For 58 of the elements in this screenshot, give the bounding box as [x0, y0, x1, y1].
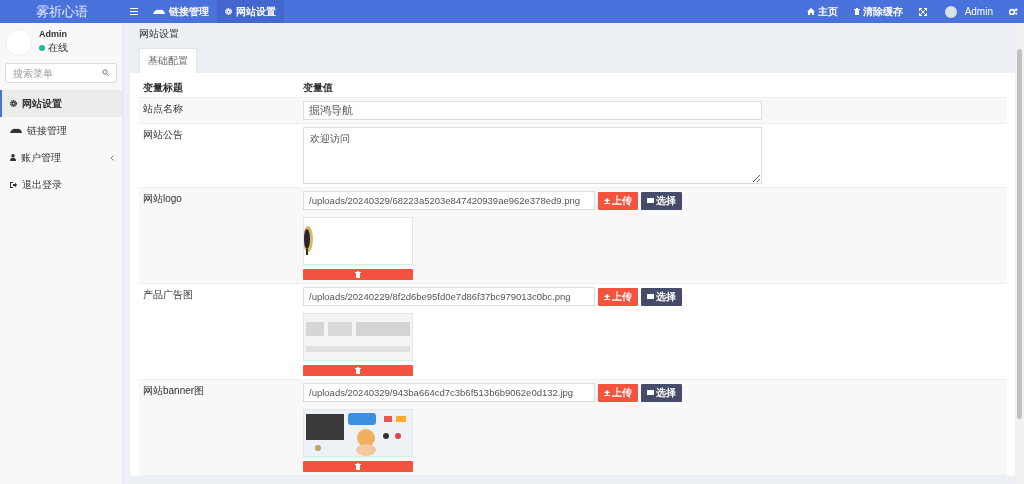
column-header: 变量值 — [303, 81, 334, 95]
gear-icon — [225, 8, 232, 15]
upload-icon — [604, 389, 610, 396]
input-field[interactable]: 掘鸿导航 — [303, 101, 762, 120]
delete-button[interactable] — [303, 269, 413, 280]
list-icon — [647, 198, 654, 203]
choose-button[interactable]: 选择 — [641, 287, 682, 306]
chevron-icon — [110, 154, 114, 161]
sidebar-item[interactable]: 链接管理 — [0, 117, 122, 144]
input-field[interactable]: /uploads/20240229/8f2d6be95fd0e7d86f37bc979013c0bc.png — [303, 287, 595, 306]
text-area[interactable]: 欢迎访问 — [303, 127, 762, 184]
input-field[interactable]: /uploads/20240329/943ba664cd7c3b6f513b6b9062e0d132.jpg — [303, 383, 595, 402]
user-icon — [10, 154, 16, 161]
sidebar-item[interactable]: 网站设置 — [0, 90, 122, 117]
trash-icon — [355, 367, 361, 374]
user-name: Admin — [39, 29, 68, 39]
toolbar-link[interactable]: 主页 — [798, 0, 846, 23]
column-header: 变量标题 — [143, 81, 184, 95]
trash-icon — [355, 463, 361, 470]
nav-tab[interactable]: 链接管理 — [145, 0, 217, 23]
upload-icon — [604, 197, 610, 204]
user-status: 在线 — [48, 41, 68, 55]
search-icon — [102, 69, 109, 76]
scrollbar[interactable] — [1015, 23, 1024, 484]
list-icon — [647, 294, 654, 299]
search-field[interactable]: 搜索菜单 — [5, 63, 117, 83]
tab[interactable]: 基础配置 — [139, 48, 197, 73]
input-field[interactable]: /uploads/20240329/68223a5203e847420939ae962e378ed9.png — [303, 191, 595, 210]
page-title: 网站设置 — [138, 27, 180, 41]
menu-icon[interactable] — [130, 8, 138, 15]
gear-icon — [10, 100, 17, 107]
choose-button[interactable]: 选择 — [641, 383, 682, 402]
user-menu[interactable]: Admin — [934, 0, 1003, 23]
toolbar-link[interactable]: 清除缓存 — [845, 0, 911, 23]
field-label: 网站logo — [143, 192, 183, 206]
delete-button[interactable] — [303, 461, 413, 472]
sidebar-item[interactable]: 退出登录 — [0, 171, 122, 198]
cloud-icon — [10, 128, 22, 133]
field-label: 站点名称 — [143, 102, 184, 116]
expand-icon[interactable] — [918, 7, 927, 16]
trash-icon — [853, 8, 860, 15]
field-label: 产品广告图 — [143, 288, 194, 302]
sidebar-item[interactable]: 账户管理 — [0, 144, 122, 171]
app-logo: 雾祈心语 — [35, 2, 88, 21]
nav-tab[interactable]: 网站设置 — [217, 0, 284, 23]
sign-out-icon — [10, 181, 17, 188]
cloud-icon — [153, 9, 165, 14]
list-icon — [647, 390, 654, 395]
upload-icon — [604, 293, 610, 300]
status-dot — [39, 45, 45, 51]
delete-button[interactable] — [303, 365, 413, 376]
home-icon — [806, 8, 815, 15]
avatar-icon — [944, 5, 957, 18]
field-label: 网站banner图 — [143, 384, 206, 398]
field-label: 网站公告 — [143, 128, 184, 142]
gears-icon[interactable] — [1009, 8, 1018, 15]
trash-icon — [355, 271, 361, 278]
choose-button[interactable]: 选择 — [641, 191, 682, 210]
